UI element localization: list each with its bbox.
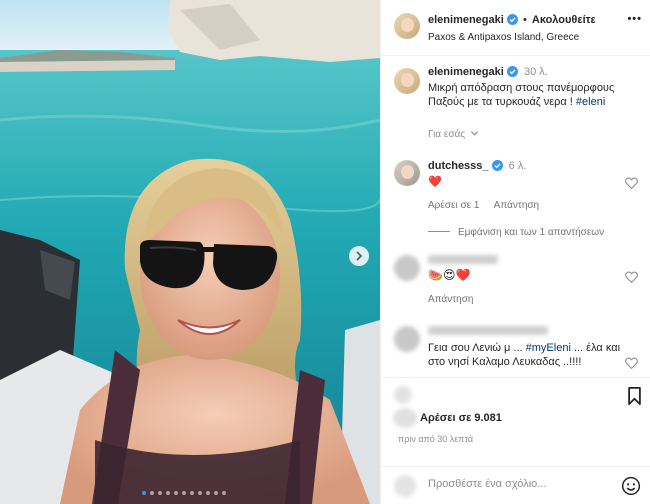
verified-badge-icon [506,66,518,77]
carousel-dot [198,491,202,495]
caption-text: Μικρή απόδραση στους πανέμορφους Παξούς … [428,81,643,109]
blurred-username [428,326,548,335]
comment-body: Γεια σου Λενιώ μ ... [428,342,526,354]
heart-outline-icon[interactable] [625,177,638,189]
chevron-down-icon [470,131,478,136]
verified-badge-icon [506,14,518,25]
comment-username[interactable]: dutchesss_ [428,160,489,172]
caption-hashtag[interactable]: #eleni [576,96,605,108]
commenter-avatar [394,475,416,497]
comment-text: Γεια σου Λενιώ μ ... #myEleni ... έλα κα… [428,341,628,369]
carousel-dot [158,491,162,495]
header-separator: • [522,14,527,26]
like-avatar [393,408,417,428]
photo-image [0,0,380,504]
show-replies-button[interactable]: Εμφάνιση και των 1 απαντήσεων [428,227,604,238]
caption-username[interactable]: elenimenegaki [428,66,504,78]
post-time[interactable]: πριν από 30 λεπτά [398,434,473,444]
post-location[interactable]: Paxos & Antipaxos Island, Greece [428,32,579,43]
caption-avatar[interactable] [394,68,420,94]
for-you-link[interactable]: Για εσάς [428,129,479,140]
caption-header: elenimenegaki 30 λ. [428,66,548,78]
heart-outline-icon[interactable] [625,357,638,369]
chevron-right-icon [356,251,363,261]
carousel-dot [190,491,194,495]
comment-hashtag[interactable]: #myEleni [526,342,571,354]
heart-outline-icon[interactable] [625,271,638,283]
carousel-dot [142,491,146,495]
post-sidebar: elenimenegaki • Ακολουθείτε Paxos & Anti… [380,0,650,504]
post-footer: Αρέσει σε 9.081 πριν από 30 λεπτά [381,377,650,504]
carousel-dot [150,491,154,495]
author-username[interactable]: elenimenegaki [428,14,504,26]
carousel-dot [182,491,186,495]
carousel-dot [206,491,210,495]
post-header: elenimenegaki • Ακολουθείτε Paxos & Anti… [381,0,650,56]
comment-time[interactable]: 6 λ. [509,160,527,172]
blurred-username [428,255,498,264]
likes-count[interactable]: Αρέσει σε 9.081 [420,412,502,424]
carousel-dot [222,491,226,495]
comment-meta: Αρέσει σε 1 Απάντηση [428,200,551,211]
like-avatar [394,386,412,404]
comment-avatar[interactable] [394,160,420,186]
comment-likes[interactable]: Αρέσει σε 1 [428,200,479,211]
reply-button[interactable]: Απάντηση [428,294,473,305]
more-options-button[interactable]: ••• [627,13,642,25]
carousel-next-button[interactable] [349,246,369,266]
carousel-dots [142,491,226,495]
for-you-label: Για εσάς [428,129,466,140]
comment-text: 🍉😍❤️ [428,268,471,282]
carousel-dot [174,491,178,495]
comment-header: dutchesss_ 6 λ. [428,160,526,172]
comment-avatar[interactable] [394,255,420,281]
post-photo[interactable] [0,0,380,504]
comment-avatar[interactable] [394,326,420,352]
verified-badge-icon [491,160,503,171]
bookmark-icon[interactable] [627,387,642,405]
following-button[interactable]: Ακολουθείτε [532,14,596,26]
author-avatar[interactable] [394,13,420,39]
carousel-dot [214,491,218,495]
reply-button[interactable]: Απάντηση [494,200,539,211]
add-comment-bar [381,466,650,504]
comment-meta: Απάντηση [428,294,485,305]
comment-text: ❤️ [428,176,442,188]
caption-time[interactable]: 30 λ. [524,66,548,78]
smiley-icon[interactable] [621,476,641,496]
carousel-dot [166,491,170,495]
comment-input[interactable] [428,478,608,490]
